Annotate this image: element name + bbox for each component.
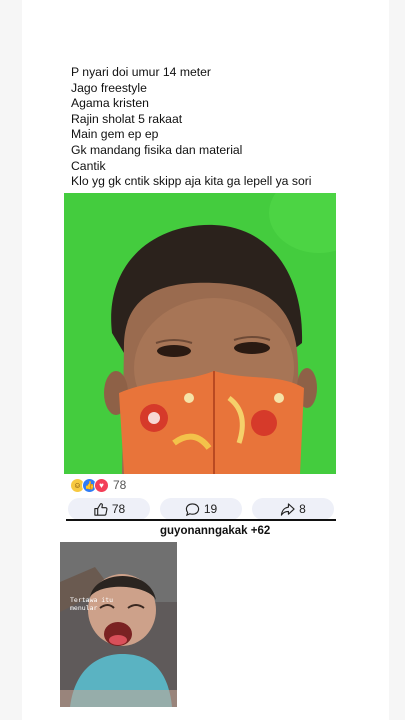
share-icon [281, 502, 295, 516]
reactions-summary[interactable]: ☺ 👍 ♥ 78 [70, 477, 126, 493]
like-count: 78 [111, 502, 126, 516]
post-line: Klo yg gk cntik skipp aja kita ga lepell… [71, 174, 312, 189]
divider [66, 519, 336, 521]
comment-icon [185, 502, 199, 516]
post-line: Rajin sholat 5 rakaat [71, 111, 183, 126]
left-margin [0, 0, 22, 720]
comment-count: 19 [203, 502, 218, 516]
post-line: Gk mandang fisika dan material [71, 142, 243, 157]
post-line: Jago freestyle [71, 80, 147, 95]
reaction-video[interactable]: Tertawa itu menular [60, 542, 177, 707]
like-button[interactable]: 78 [68, 498, 150, 520]
video-illustration [60, 542, 177, 707]
post-line: Main gem ep ep [71, 127, 159, 142]
reaction-count: 78 [113, 478, 127, 492]
share-count: 8 [299, 502, 306, 516]
video-caption: Tertawa itu menular [70, 596, 114, 612]
thumbs-up-icon [94, 502, 108, 516]
photo-illustration [64, 193, 336, 474]
post-line: Cantik [71, 158, 106, 173]
action-bar: 78 19 8 [66, 498, 336, 520]
post-line: Agama kristen [71, 96, 149, 111]
source-credit: guyonanngakak +62 [160, 525, 271, 537]
post-line: P nyari doi umur 14 meter [71, 65, 211, 79]
share-button[interactable]: 8 [252, 498, 334, 520]
right-margin [389, 0, 405, 720]
comment-button[interactable]: 19 [160, 498, 242, 520]
post-photo[interactable] [64, 193, 336, 474]
love-icon: ♥ [94, 477, 109, 493]
post-text: P nyari doi umur 14 meter Jago freestyle… [71, 65, 361, 190]
